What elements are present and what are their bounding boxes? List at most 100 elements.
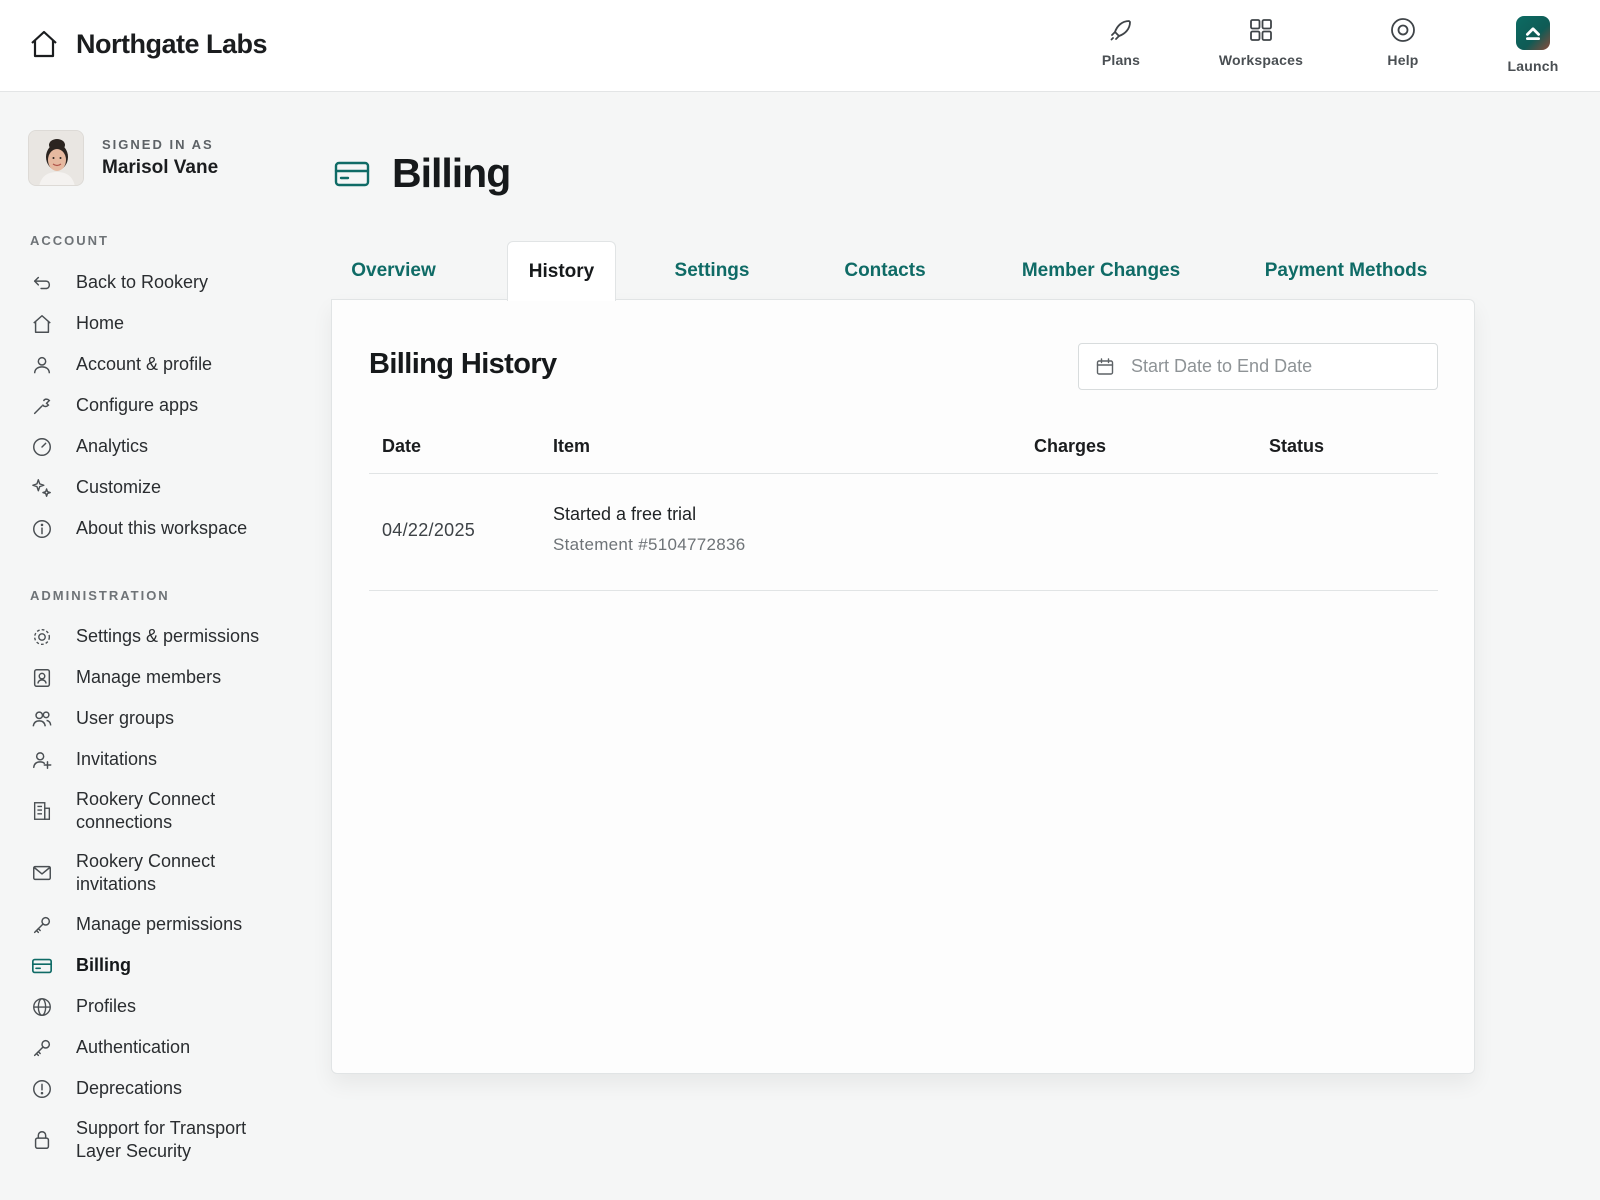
sidebar-item-configure-apps[interactable]: Configure apps: [30, 385, 300, 426]
chevron-up-icon: [1526, 27, 1540, 40]
row-item: Started a free trial: [553, 504, 697, 524]
sidebar-item-profiles[interactable]: Profiles: [30, 986, 300, 1027]
topnav-launch-label: Launch: [1507, 58, 1559, 74]
account-heading: ACCOUNT: [30, 233, 109, 248]
sidebar-item-account-profile[interactable]: Account & profile: [30, 344, 300, 385]
back-arrow-icon: [33, 276, 51, 289]
sidebar-item-label: Deprecations: [76, 1078, 183, 1098]
sparkles-icon: [32, 478, 51, 497]
sidebar-item-deprecations[interactable]: Deprecations: [30, 1068, 300, 1109]
sidebar: SIGNED IN AS Marisol Vane ACCOUNT Back t…: [0, 92, 310, 1200]
tab-member-changes[interactable]: Member Changes: [1001, 241, 1201, 300]
calendar-icon: [1096, 357, 1114, 375]
billing-history-title: Billing History: [369, 348, 557, 380]
topnav-plans-label: Plans: [1101, 52, 1141, 68]
globe-icon: [33, 997, 51, 1016]
tab-overview[interactable]: Overview: [331, 241, 456, 300]
sidebar-item-label: Rookery Connect invitations: [76, 851, 216, 894]
sidebar-item-label: Manage members: [76, 667, 222, 687]
date-range-input[interactable]: [1131, 356, 1431, 377]
tab-payment-methods[interactable]: Payment Methods: [1241, 241, 1451, 300]
topnav-workspaces-label: Workspaces: [1218, 52, 1304, 68]
sidebar-item-label: Profiles: [76, 996, 137, 1016]
sidebar-item-home[interactable]: Home: [30, 303, 300, 344]
page-header: Billing: [334, 150, 511, 197]
sidebar-item-label: Settings & permissions: [76, 626, 260, 646]
topnav-plans[interactable]: Plans: [1061, 16, 1181, 78]
page-title: Billing: [392, 150, 511, 196]
brand[interactable]: Northgate Labs: [28, 28, 268, 60]
launch-tile: [1516, 16, 1550, 50]
brand-name: Northgate Labs: [76, 28, 268, 59]
sidebar-item-manage-permissions[interactable]: Manage permissions: [30, 904, 300, 945]
sidebar-item-label: Manage permissions: [76, 914, 243, 934]
billing-history-panel: Billing History Date Item Charges Status…: [331, 299, 1475, 1074]
user-card: SIGNED IN AS Marisol Vane: [28, 130, 218, 186]
sidebar-item-label: Back to Rookery: [76, 272, 209, 292]
signed-in-label: SIGNED IN AS: [102, 137, 214, 152]
row-date: 04/22/2025: [382, 520, 476, 540]
sidebar-item-label: About this workspace: [76, 518, 248, 538]
tab-settings[interactable]: Settings: [651, 241, 773, 300]
help-icon: [1391, 18, 1415, 42]
credit-card-icon: [334, 161, 370, 186]
gauge-icon: [33, 437, 51, 456]
sidebar-item-analytics[interactable]: Analytics: [30, 426, 300, 467]
topnav-help[interactable]: Help: [1343, 16, 1463, 78]
gear-icon: [33, 628, 51, 645]
home-icon: [31, 30, 57, 58]
sidebar-item-manage-members[interactable]: Manage members: [30, 657, 300, 698]
key-icon: [33, 1039, 51, 1056]
alert-circle-icon: [33, 1079, 51, 1098]
sidebar-item-label: Analytics: [76, 436, 149, 456]
column-header-item: Item: [553, 436, 591, 456]
wrench-icon: [33, 397, 51, 414]
sidebar-item-user-groups[interactable]: User groups: [30, 698, 300, 739]
home-icon: [33, 314, 51, 333]
sidebar-item-connect-connections[interactable]: Rookery Connect connections: [30, 780, 300, 842]
rocket-icon: [1110, 20, 1131, 41]
avatar-portrait-icon: [29, 131, 83, 185]
column-header-charges: Charges: [1034, 436, 1107, 456]
envelope-icon: [33, 865, 51, 881]
sidebar-item-authentication[interactable]: Authentication: [30, 1027, 300, 1068]
column-header-date: Date: [382, 436, 422, 456]
row-statement[interactable]: Statement #5104772836: [553, 535, 746, 555]
user-plus-icon: [33, 751, 52, 769]
sidebar-item-label: Billing: [76, 955, 131, 975]
date-range-field[interactable]: [1078, 343, 1438, 390]
administration-nav: Settings & permissions Manage members Us…: [30, 616, 300, 1171]
topnav-workspaces[interactable]: Workspaces: [1201, 16, 1321, 78]
tab-contacts[interactable]: Contacts: [819, 241, 951, 300]
sidebar-item-label: Account & profile: [76, 354, 213, 374]
user-name: Marisol Vane: [102, 157, 219, 178]
sidebar-item-back-to-rookery[interactable]: Back to Rookery: [30, 262, 300, 303]
avatar: [28, 130, 84, 186]
sidebar-item-label: User groups: [76, 708, 175, 728]
sidebar-item-about-workspace[interactable]: About this workspace: [30, 508, 300, 549]
sidebar-item-label: Customize: [76, 477, 162, 497]
credit-card-icon: [32, 958, 52, 973]
sidebar-item-tls-support[interactable]: Support for Transport Layer Security: [30, 1109, 300, 1171]
sidebar-item-billing[interactable]: Billing: [30, 945, 300, 986]
sidebar-item-settings-permissions[interactable]: Settings & permissions: [30, 616, 300, 657]
sidebar-item-connect-invitations[interactable]: Rookery Connect invitations: [30, 842, 300, 904]
sidebar-item-label: Rookery Connect connections: [76, 789, 216, 832]
sidebar-item-customize[interactable]: Customize: [30, 467, 300, 508]
sidebar-item-label: Authentication: [76, 1037, 191, 1057]
sidebar-item-invitations[interactable]: Invitations: [30, 739, 300, 780]
column-header-status: Status: [1269, 436, 1325, 456]
table-row: 04/22/2025 Started a free trial Statemen…: [369, 474, 1438, 591]
billing-tabs: Overview History Settings Contacts Membe…: [331, 241, 1475, 301]
sidebar-item-label: Home: [76, 313, 125, 333]
tab-history[interactable]: History: [507, 241, 616, 301]
building-icon: [33, 802, 51, 820]
account-nav: Back to Rookery Home Account & profile C…: [30, 262, 300, 549]
grid-icon: [1250, 19, 1272, 41]
info-icon: [33, 519, 51, 538]
topnav-help-label: Help: [1387, 52, 1419, 68]
key-icon: [33, 916, 51, 933]
topnav-launch[interactable]: Launch: [1473, 16, 1593, 78]
sidebar-item-label: Invitations: [76, 749, 158, 769]
administration-heading: ADMINISTRATION: [30, 588, 170, 603]
